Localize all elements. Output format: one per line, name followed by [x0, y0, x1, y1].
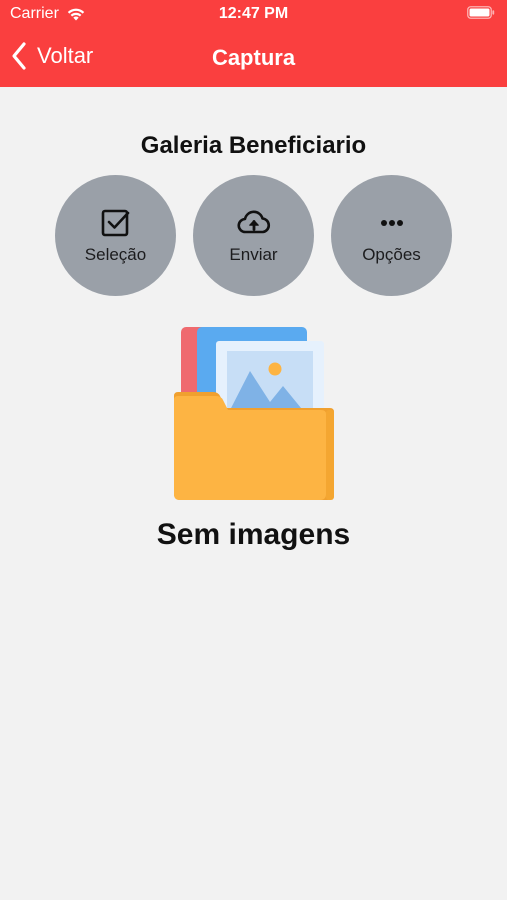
- battery-icon: [467, 6, 495, 19]
- status-time: 12:47 PM: [218, 5, 289, 22]
- options-button[interactable]: Opções: [331, 175, 452, 296]
- ellipsis-icon: [381, 220, 403, 226]
- send-button[interactable]: Enviar: [193, 175, 314, 296]
- select-button-label: Seleção: [84, 245, 147, 264]
- cloud-upload-icon: [237, 210, 271, 234]
- select-button[interactable]: Seleção: [55, 175, 176, 296]
- gallery-title: Galeria Beneficiario: [140, 132, 367, 159]
- nav-bar: Voltar Captura: [0, 38, 507, 78]
- capture-screen: Carrier 12:47 PM Voltar Captura Galeria …: [0, 0, 507, 900]
- checkbox-icon: [101, 209, 130, 237]
- header: Carrier 12:47 PM Voltar Captura: [0, 0, 507, 87]
- send-button-label: Enviar: [229, 245, 278, 264]
- folder-images-icon: [174, 327, 334, 500]
- empty-state-message: Sem imagens: [156, 518, 351, 551]
- status-bar: Carrier 12:47 PM: [0, 0, 507, 30]
- action-row: Seleção Enviar Opções: [0, 175, 507, 296]
- page-title: Captura: [211, 45, 296, 70]
- options-button-label: Opções: [362, 245, 421, 264]
